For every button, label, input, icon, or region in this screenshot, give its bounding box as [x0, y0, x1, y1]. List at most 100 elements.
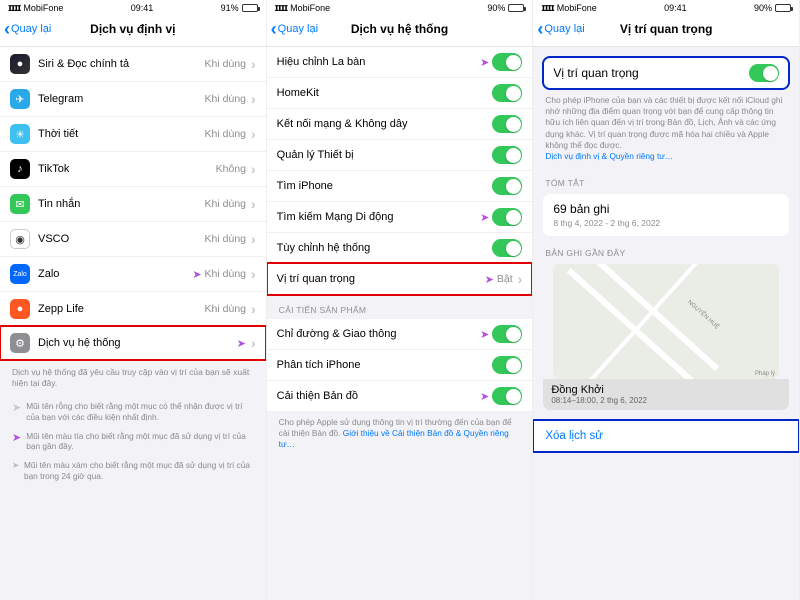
- clear-history-button[interactable]: Xóa lịch sử: [533, 420, 799, 452]
- app-icon: ◉: [10, 229, 30, 249]
- summary-dates: 8 thg 4, 2022 - 2 thg 6, 2022: [553, 218, 779, 228]
- legend-row: ➤Mũi tên màu tía cho biết rằng một mục đ…: [0, 427, 266, 457]
- map-preview: NGUYỄN HUỆ Pháp lý: [553, 264, 779, 379]
- service-name: HomeKit: [277, 87, 493, 99]
- screen-system-services: MobiFone 90% Quay lại Dịch vụ hệ thống H…: [267, 0, 534, 600]
- service-name: Hiệu chỉnh La bàn: [277, 56, 480, 68]
- app-row[interactable]: ●Siri & Đọc chính tảKhi dùng: [0, 47, 266, 82]
- toggle-switch[interactable]: [492, 325, 522, 343]
- arrow-outline-icon: ➤: [12, 401, 21, 415]
- service-name: Kết nối mạng & Không dây: [277, 118, 493, 130]
- service-row[interactable]: Chỉ đường & Giao thông➤: [267, 319, 533, 350]
- location-arrow-icon: ➤: [480, 328, 489, 341]
- service-row[interactable]: Tìm kiếm Mạng Di động➤: [267, 202, 533, 233]
- service-name: Tìm iPhone: [277, 180, 493, 192]
- summary-box[interactable]: 69 bản ghi 8 thg 4, 2022 - 2 thg 6, 2022: [543, 194, 789, 236]
- app-row[interactable]: ♪TikTokKhông: [0, 152, 266, 187]
- chevron-right-icon: [249, 91, 256, 107]
- app-name: Telegram: [38, 93, 205, 105]
- chevron-right-icon: [249, 266, 256, 282]
- page-title: Vị trí quan trọng: [620, 22, 713, 36]
- row-label: Vị trí quan trọng: [277, 273, 485, 285]
- time-label: 09:41: [664, 3, 687, 13]
- map-footer: Đồng Khởi 08:14–18:00, 2 thg 6, 2022: [543, 379, 789, 410]
- carrier-label: MobiFone: [557, 3, 597, 13]
- legend-row: ➤Mũi tên màu xám cho biết rằng một mục đ…: [0, 456, 266, 486]
- location-arrow-icon: ➤: [192, 268, 201, 281]
- app-icon: ♪: [10, 159, 30, 179]
- footer-description: Cho phép Apple sử dụng thông tin vị trí …: [267, 411, 533, 457]
- significant-toggle-row[interactable]: Vị trí quan trọng: [543, 57, 789, 89]
- nav-bar: Quay lại Dịch vụ định vị: [0, 16, 266, 47]
- arrow-gray-icon: ➤: [12, 460, 19, 471]
- chevron-right-icon: [249, 301, 256, 317]
- app-name: VSCO: [38, 233, 205, 245]
- road-label: NGUYỄN HUỆ: [686, 300, 720, 331]
- app-status: Khi dùng: [205, 233, 246, 245]
- service-name: Phân tích iPhone: [277, 359, 493, 371]
- toggle-switch[interactable]: [492, 53, 522, 71]
- toggle-switch[interactable]: [749, 64, 779, 82]
- screen-significant-locations: MobiFone 09:41 90% Quay lại Vị trí quan …: [533, 0, 800, 600]
- app-status: Khi dùng: [205, 198, 246, 210]
- app-name: Siri & Đọc chính tả: [38, 58, 205, 70]
- location-arrow-icon: ➤: [480, 390, 489, 403]
- battery-icon: [775, 4, 791, 12]
- section-header: BẢN GHI GẦN ĐÂY: [533, 238, 799, 262]
- service-row[interactable]: Hiệu chỉnh La bàn➤: [267, 47, 533, 78]
- app-status: Khi dùng: [205, 303, 246, 315]
- service-row[interactable]: Quản lý Thiết bị: [267, 140, 533, 171]
- service-row[interactable]: Cải thiện Bản đồ➤: [267, 381, 533, 411]
- status-bar: MobiFone 90%: [267, 0, 533, 16]
- service-row[interactable]: HomeKit: [267, 78, 533, 109]
- legend-row: ➤Mũi tên rỗng cho biết rằng một mục có t…: [0, 397, 266, 427]
- status-bar: MobiFone 09:41 90%: [533, 0, 799, 16]
- page-title: Dịch vụ định vị: [90, 22, 175, 36]
- toggle-switch[interactable]: [492, 146, 522, 164]
- section-header: TÓM TẮT: [533, 168, 799, 192]
- location-arrow-icon: ➤: [480, 56, 489, 69]
- service-name: Quản lý Thiết bị: [277, 149, 493, 161]
- app-row[interactable]: ✈ TelegramKhi dùng: [0, 82, 266, 117]
- signal-icon: [541, 3, 553, 13]
- app-row[interactable]: ✉Tin nhắnKhi dùng: [0, 187, 266, 222]
- toggle-switch[interactable]: [492, 177, 522, 195]
- app-row[interactable]: ●Zepp LifeKhi dùng: [0, 292, 266, 326]
- chevron-right-icon: [249, 196, 256, 212]
- system-services-row[interactable]: ⚙ Dịch vụ hệ thống ➤: [0, 326, 266, 360]
- toggle-switch[interactable]: [492, 387, 522, 405]
- app-status: Khi dùng: [205, 93, 246, 105]
- significant-locations-row[interactable]: Vị trí quan trọng ➤Bật: [267, 263, 533, 295]
- chevron-right-icon: [249, 126, 256, 142]
- row-label: Dịch vụ hệ thống: [38, 337, 237, 349]
- nav-bar: Quay lại Vị trí quan trọng: [533, 16, 799, 47]
- app-row[interactable]: ZaloZalo➤Khi dùng: [0, 257, 266, 292]
- toggle-switch[interactable]: [492, 239, 522, 257]
- location-arrow-icon: ➤: [237, 337, 246, 350]
- back-button[interactable]: Quay lại: [271, 23, 318, 35]
- back-button[interactable]: Quay lại: [4, 23, 51, 35]
- app-row[interactable]: ☀Thời tiếtKhi dùng: [0, 117, 266, 152]
- app-list: ●Siri & Đọc chính tảKhi dùng✈TelegramKhi…: [0, 47, 266, 326]
- chevron-right-icon: [249, 161, 256, 177]
- app-name: TikTok: [38, 163, 216, 175]
- service-row[interactable]: Kết nối mạng & Không dây: [267, 109, 533, 140]
- arrow-purple-icon: ➤: [12, 431, 21, 445]
- service-row[interactable]: Tùy chỉnh hệ thống: [267, 233, 533, 263]
- toggle-switch[interactable]: [492, 84, 522, 102]
- app-name: Thời tiết: [38, 128, 205, 140]
- location-arrow-icon: ➤: [480, 211, 489, 224]
- toggle-switch[interactable]: [492, 208, 522, 226]
- app-row[interactable]: ◉ VSCOKhi dùng: [0, 222, 266, 257]
- app-icon: ✈: [10, 89, 30, 109]
- service-row[interactable]: Phân tích iPhone: [267, 350, 533, 381]
- privacy-link[interactable]: Dịch vụ định vị & Quyền riêng tư…: [545, 151, 673, 161]
- chevron-right-icon: [249, 56, 256, 72]
- service-row[interactable]: Tìm iPhone: [267, 171, 533, 202]
- toggle-switch[interactable]: [492, 115, 522, 133]
- recent-record[interactable]: NGUYỄN HUỆ Pháp lý Đồng Khởi 08:14–18:00…: [543, 262, 789, 410]
- screen-location-services: MobiFone 09:41 91% Quay lại Dịch vụ định…: [0, 0, 267, 600]
- toggle-switch[interactable]: [492, 356, 522, 374]
- app-name: Zepp Life: [38, 303, 205, 315]
- back-button[interactable]: Quay lại: [537, 23, 584, 35]
